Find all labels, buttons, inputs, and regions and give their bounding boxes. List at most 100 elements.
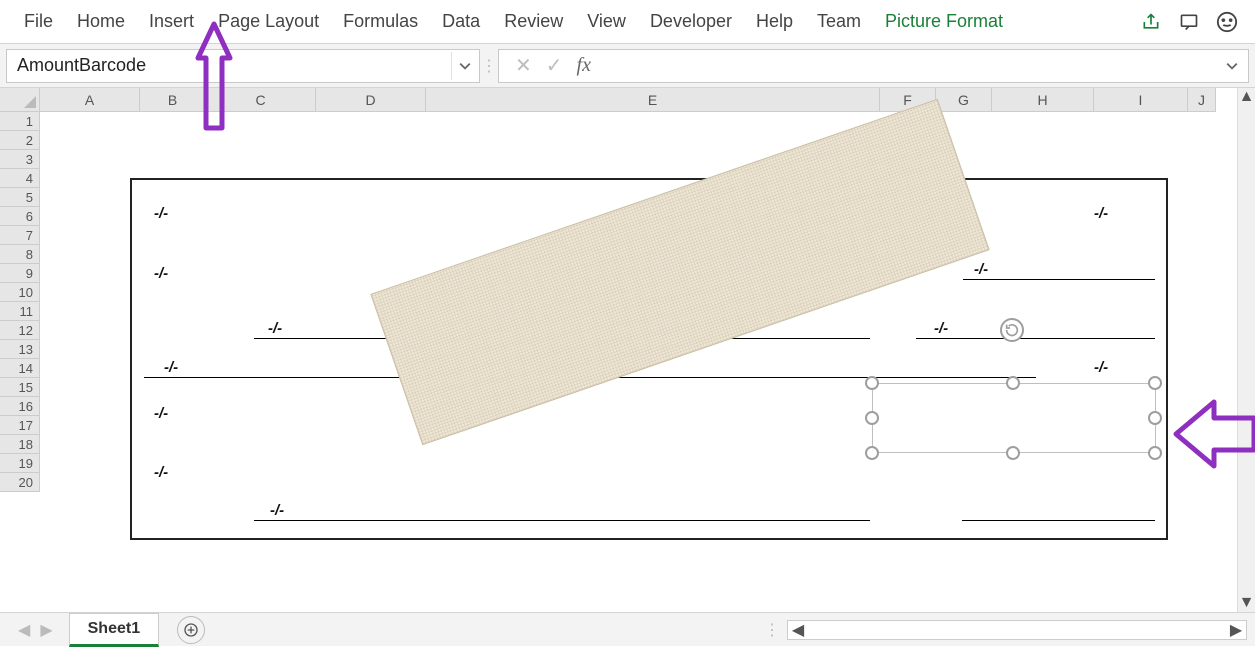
scroll-down-icon[interactable]: ▼ <box>1238 594 1255 612</box>
column-header[interactable]: B <box>140 88 206 111</box>
scroll-left-icon[interactable]: ◀ <box>788 620 808 640</box>
field-placeholder: -/- <box>1094 359 1108 376</box>
resize-handle[interactable] <box>865 411 879 425</box>
row-header[interactable]: 8 <box>0 245 39 264</box>
resize-handle[interactable] <box>1006 446 1020 460</box>
formula-bar-row: AmountBarcode ⋮ ✕ ✓ fx <box>0 44 1255 88</box>
row-header[interactable]: 11 <box>0 302 39 321</box>
field-placeholder: -/- <box>270 502 284 519</box>
row-header[interactable]: 1 <box>0 112 39 131</box>
vertical-scrollbar[interactable]: ▲ ▼ <box>1237 88 1255 612</box>
column-headers[interactable]: ABCDEFGHIJ <box>40 88 1216 112</box>
row-header[interactable]: 4 <box>0 169 39 188</box>
insert-function-icon[interactable]: fx <box>577 54 591 77</box>
tab-developer[interactable]: Developer <box>638 1 744 42</box>
resize-handle[interactable] <box>865 376 879 390</box>
tab-file[interactable]: File <box>12 1 65 42</box>
enter-icon[interactable]: ✓ <box>546 53 563 78</box>
row-header[interactable]: 2 <box>0 131 39 150</box>
formula-bar-actions: ✕ ✓ fx <box>498 49 607 83</box>
share-icon[interactable] <box>1135 6 1167 38</box>
formula-bar-resize-grip[interactable]: ⋮ <box>480 56 498 76</box>
row-header[interactable]: 5 <box>0 188 39 207</box>
underline <box>963 279 1155 280</box>
name-box-dropdown[interactable] <box>451 52 477 80</box>
field-placeholder: -/- <box>974 261 988 278</box>
column-header[interactable]: E <box>426 88 880 111</box>
tab-data[interactable]: Data <box>430 1 492 42</box>
field-placeholder: -/- <box>268 320 282 337</box>
scroll-track[interactable] <box>1238 106 1255 594</box>
tab-review[interactable]: Review <box>492 1 575 42</box>
hscroll-resize-grip[interactable]: ⋮ <box>763 620 781 640</box>
selected-object-amountbarcode[interactable] <box>872 383 1156 453</box>
row-header[interactable]: 15 <box>0 378 39 397</box>
underline <box>254 520 870 521</box>
field-placeholder: -/- <box>154 205 168 222</box>
row-header[interactable]: 19 <box>0 454 39 473</box>
row-header[interactable]: 13 <box>0 340 39 359</box>
row-header[interactable]: 17 <box>0 416 39 435</box>
tab-page-layout[interactable]: Page Layout <box>206 1 331 42</box>
row-header[interactable]: 20 <box>0 473 39 492</box>
sheet-tab-active[interactable]: Sheet1 <box>69 613 159 647</box>
row-header[interactable]: 9 <box>0 264 39 283</box>
scroll-right-icon[interactable]: ▶ <box>1226 620 1246 640</box>
ribbon-tabs: File Home Insert Page Layout Formulas Da… <box>0 0 1255 44</box>
field-placeholder: -/- <box>154 405 168 422</box>
prev-sheet-icon[interactable]: ◀ <box>18 620 30 640</box>
column-header[interactable]: C <box>206 88 316 111</box>
column-header[interactable]: G <box>936 88 992 111</box>
rotate-handle-icon[interactable] <box>1000 318 1024 342</box>
resize-handle[interactable] <box>1148 446 1162 460</box>
cancel-icon[interactable]: ✕ <box>515 53 532 78</box>
resize-handle[interactable] <box>865 446 879 460</box>
next-sheet-icon[interactable]: ▶ <box>40 620 52 640</box>
row-header[interactable]: 12 <box>0 321 39 340</box>
column-header[interactable]: H <box>992 88 1094 111</box>
field-placeholder: -/- <box>934 320 948 337</box>
tab-insert[interactable]: Insert <box>137 1 206 42</box>
feedback-icon[interactable] <box>1211 6 1243 38</box>
resize-handle[interactable] <box>1148 411 1162 425</box>
formula-bar-expand[interactable] <box>1220 54 1244 78</box>
tab-formulas[interactable]: Formulas <box>331 1 430 42</box>
select-all-corner[interactable] <box>0 88 40 112</box>
field-placeholder: -/- <box>154 265 168 282</box>
worksheet-area: ABCDEFGHIJ 12345678910111213141516171819… <box>0 88 1255 612</box>
name-box-value: AmountBarcode <box>17 55 146 76</box>
horizontal-scrollbar[interactable]: ◀ ▶ <box>787 620 1247 640</box>
row-header[interactable]: 7 <box>0 226 39 245</box>
column-header[interactable]: A <box>40 88 140 111</box>
sheet-canvas[interactable]: -/- -/- -/- -/- -/- -/- -/- -/- -/- -/- … <box>40 112 1216 592</box>
formula-input[interactable] <box>607 49 1249 83</box>
underline <box>916 338 1155 339</box>
row-headers[interactable]: 1234567891011121314151617181920 <box>0 112 40 492</box>
column-header[interactable]: D <box>316 88 426 111</box>
resize-handle[interactable] <box>1006 376 1020 390</box>
sheet-tab-nav[interactable]: ◀ ▶ <box>8 620 63 640</box>
row-header[interactable]: 3 <box>0 150 39 169</box>
field-placeholder: -/- <box>1094 205 1108 222</box>
column-header[interactable]: I <box>1094 88 1188 111</box>
tab-home[interactable]: Home <box>65 1 137 42</box>
tab-picture-format[interactable]: Picture Format <box>873 1 1015 42</box>
row-header[interactable]: 10 <box>0 283 39 302</box>
field-placeholder: -/- <box>164 359 178 376</box>
column-header[interactable]: J <box>1188 88 1216 111</box>
tab-help[interactable]: Help <box>744 1 805 42</box>
tab-view[interactable]: View <box>575 1 638 42</box>
row-header[interactable]: 16 <box>0 397 39 416</box>
underline <box>962 520 1155 521</box>
scroll-up-icon[interactable]: ▲ <box>1238 88 1255 106</box>
name-box[interactable]: AmountBarcode <box>6 49 480 83</box>
resize-handle[interactable] <box>1148 376 1162 390</box>
row-header[interactable]: 18 <box>0 435 39 454</box>
comments-icon[interactable] <box>1173 6 1205 38</box>
sheet-tab-bar: ◀ ▶ Sheet1 ⋮ ◀ ▶ <box>0 612 1255 646</box>
row-header[interactable]: 6 <box>0 207 39 226</box>
tab-team[interactable]: Team <box>805 1 873 42</box>
add-sheet-button[interactable] <box>177 616 205 644</box>
field-placeholder: -/- <box>154 464 168 481</box>
row-header[interactable]: 14 <box>0 359 39 378</box>
